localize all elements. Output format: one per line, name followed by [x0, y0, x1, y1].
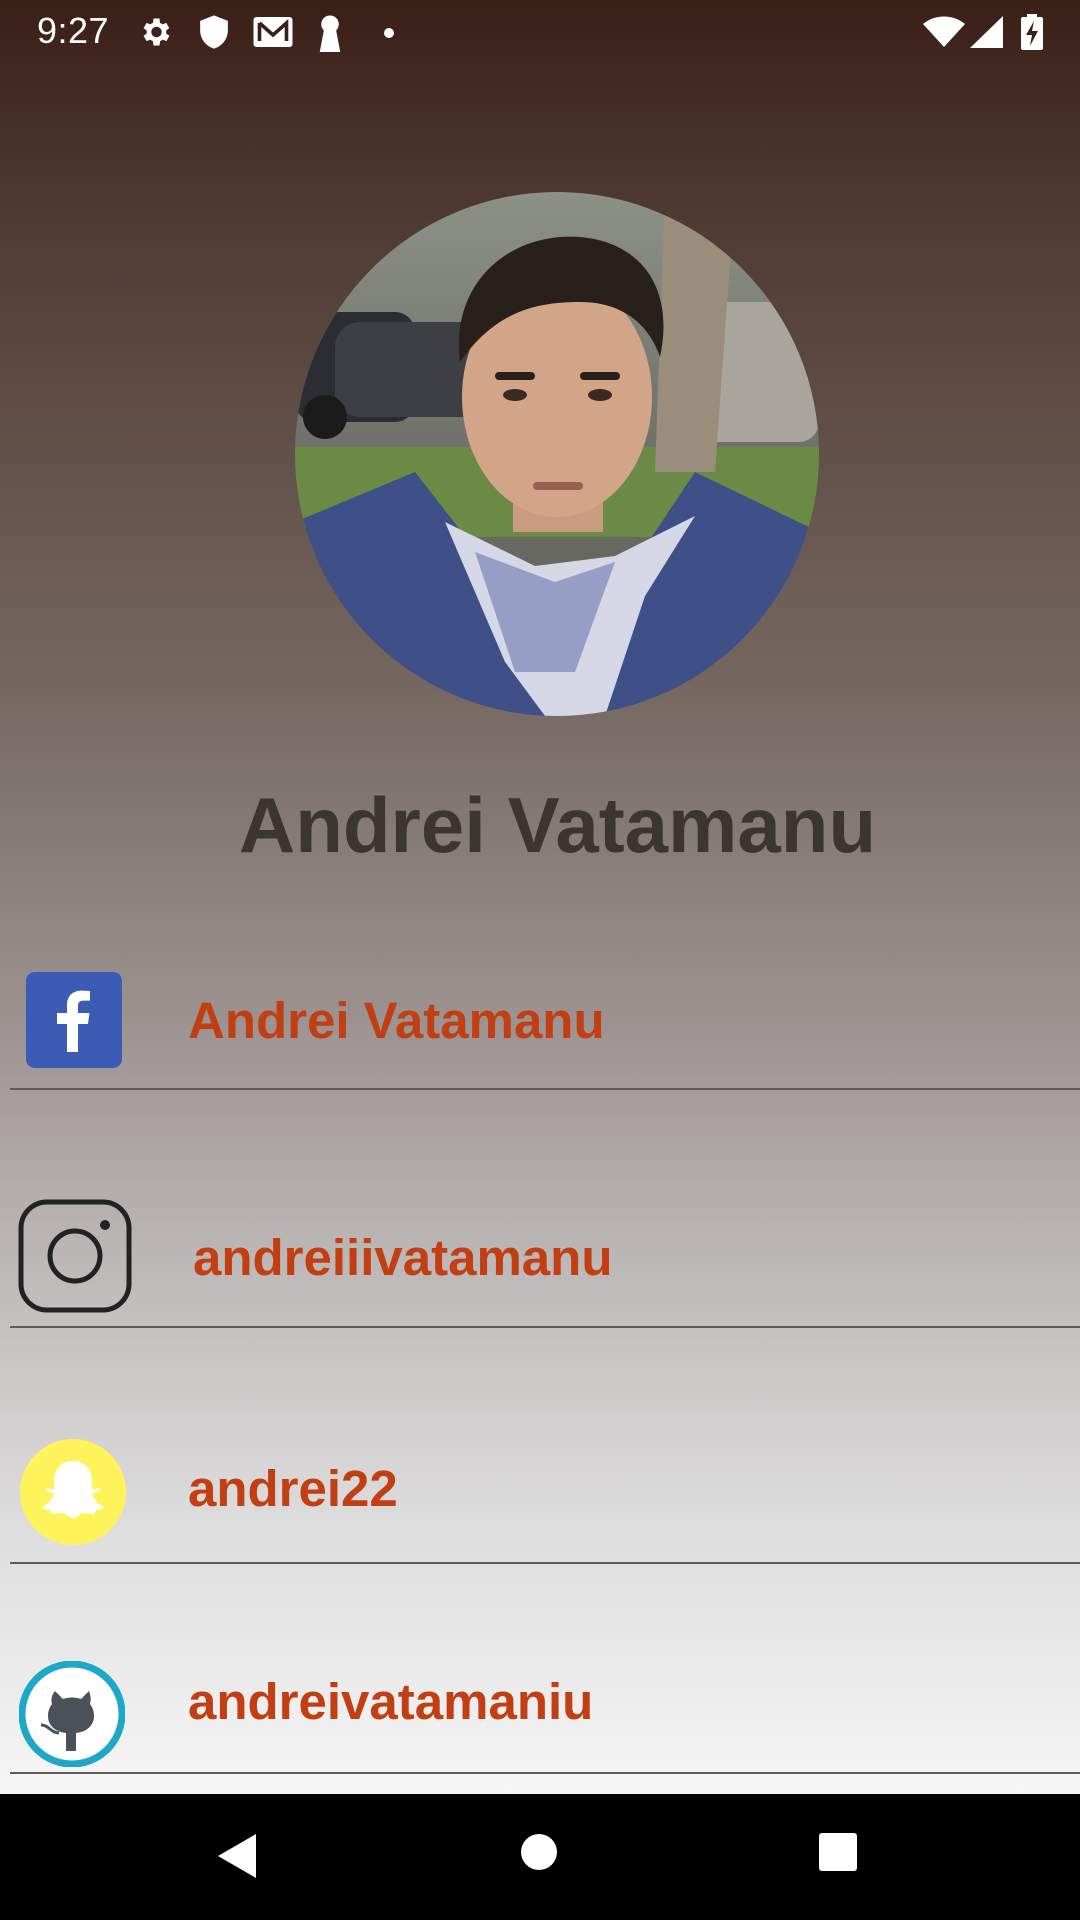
facebook-icon — [26, 972, 122, 1073]
social-row-github[interactable]: andreivatamaniu — [10, 1650, 1080, 1774]
social-label-instagram: andreiiivatamanu — [193, 1229, 613, 1286]
snapchat-icon — [20, 1439, 126, 1550]
social-label-snapchat: andrei22 — [188, 1460, 398, 1517]
github-icon — [18, 1660, 126, 1772]
keyhole-icon — [316, 14, 344, 57]
back-icon[interactable] — [216, 1832, 258, 1885]
wifi-icon — [922, 16, 966, 53]
status-bar: 9:27 — [0, 0, 1080, 63]
social-row-instagram[interactable]: andreiiivatamanu — [10, 1180, 1080, 1328]
dot-icon — [383, 26, 395, 44]
profile-screen: 9:27 Andrei Vatamanu Andrei Vatamanu and… — [0, 0, 1080, 1794]
instagram-icon — [17, 1198, 133, 1319]
status-time: 9:27 — [37, 10, 110, 51]
profile-avatar — [295, 192, 819, 716]
gear-icon — [137, 14, 173, 55]
profile-name: Andrei Vatamanu — [238, 781, 877, 869]
social-row-snapchat[interactable]: andrei22 — [10, 1418, 1080, 1564]
social-row-facebook[interactable]: Andrei Vatamanu — [10, 962, 1080, 1090]
signal-icon — [970, 16, 1004, 53]
battery-charging-icon — [1020, 14, 1044, 55]
recents-icon[interactable] — [818, 1832, 858, 1877]
navigation-bar — [0, 1794, 1080, 1920]
mail-icon — [252, 14, 294, 55]
home-icon[interactable] — [519, 1832, 559, 1877]
social-label-facebook: Andrei Vatamanu — [188, 992, 605, 1049]
social-label-github: andreivatamaniu — [188, 1673, 594, 1730]
shield-icon — [197, 14, 231, 55]
